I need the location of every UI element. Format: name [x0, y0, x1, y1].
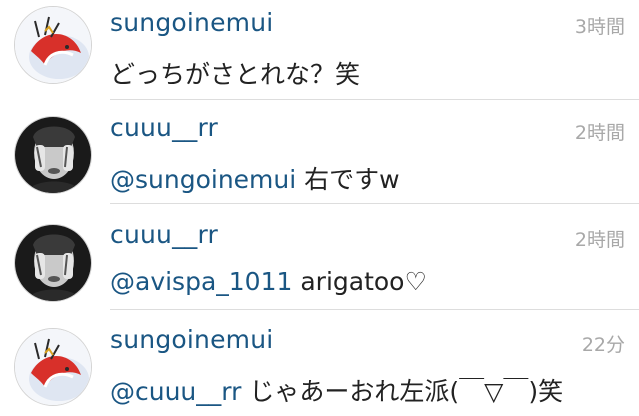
username[interactable]: sungoinemui: [110, 8, 273, 37]
timestamp: 22分: [581, 334, 625, 356]
mention-link[interactable]: @cuuu__rr: [110, 377, 241, 406]
comment-body: arigatoo♡: [292, 267, 427, 296]
comment-text: @sungoinemui 右ですw: [110, 160, 400, 196]
comment-text: @cuuu__rr じゃあーおれ左派(￣▽￣)笑: [110, 372, 563, 408]
comment-body: じゃあーおれ左派(￣▽￣)笑: [241, 377, 564, 406]
username[interactable]: cuuu__rr: [110, 113, 218, 142]
avatar[interactable]: [14, 6, 92, 84]
mention-link[interactable]: @sungoinemui: [110, 165, 296, 194]
comment-list: sungoinemui 3時間 どっちがさとれな？笑 cuuu__rr 2時間 …: [0, 0, 639, 416]
avatar[interactable]: [14, 224, 92, 302]
comment-body: どっちがさとれな？笑: [110, 60, 361, 89]
comment-item[interactable]: sungoinemui 22分 @cuuu__rr じゃあーおれ左派(￣▽￣)笑: [0, 310, 639, 416]
bird-doodle-avatar-icon: [15, 7, 91, 83]
timestamp: 2時間: [574, 122, 625, 144]
comment-body: 右ですw: [296, 165, 400, 194]
comment-item[interactable]: sungoinemui 3時間 どっちがさとれな？笑: [0, 0, 639, 100]
timestamp: 2時間: [574, 229, 625, 251]
bw-photo-avatar-icon: [15, 117, 91, 193]
comment-item[interactable]: cuuu__rr 2時間 @avispa_1011 arigatoo♡: [0, 204, 639, 310]
avatar[interactable]: [14, 116, 92, 194]
bw-photo-avatar-icon: [15, 225, 91, 301]
comment-item[interactable]: cuuu__rr 2時間 @sungoinemui 右ですw: [0, 100, 639, 204]
timestamp: 3時間: [574, 16, 625, 38]
comment-text: @avispa_1011 arigatoo♡: [110, 267, 427, 296]
avatar[interactable]: [14, 328, 92, 406]
comment-text: どっちがさとれな？笑: [110, 55, 360, 91]
bird-doodle-avatar-icon: [15, 329, 91, 405]
username[interactable]: cuuu__rr: [110, 220, 218, 249]
mention-link[interactable]: @avispa_1011: [110, 267, 292, 296]
username[interactable]: sungoinemui: [110, 325, 273, 354]
